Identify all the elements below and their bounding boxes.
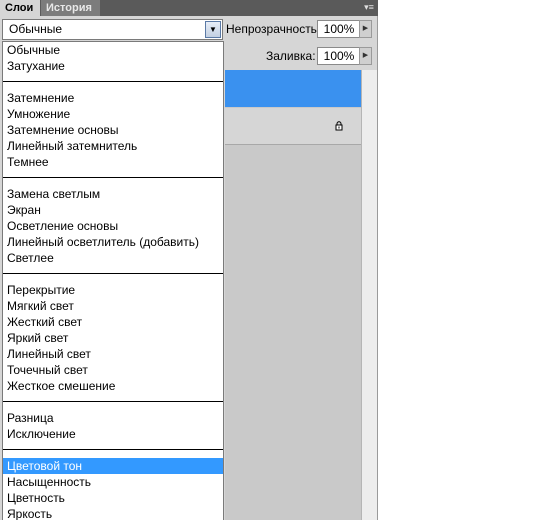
fill-label: Заливка: (266, 49, 316, 63)
opacity-arrow-icon[interactable]: ▶ (359, 20, 372, 38)
blend-mode-option[interactable]: Экран (3, 202, 223, 218)
menu-separator (3, 170, 223, 186)
blend-mode-value: Обычные (9, 22, 63, 36)
blend-mode-dropdown: Обычные Затухание Затемнение Умножение Затем… (2, 41, 224, 520)
fill-field[interactable]: 100% (317, 47, 361, 65)
tab-history[interactable]: История (41, 0, 100, 16)
blend-mode-option[interactable]: Мягкий свет (3, 298, 223, 314)
blend-mode-option[interactable]: Исключение (3, 426, 223, 442)
layer-row[interactable] (225, 108, 361, 145)
blend-mode-option[interactable]: Цветность (3, 490, 223, 506)
opacity-field[interactable]: 100% (317, 20, 361, 38)
blend-mode-option[interactable]: Линейный осветлитель (добавить) (3, 234, 223, 250)
blend-mode-option[interactable]: Перекрытие (3, 282, 223, 298)
menu-separator (3, 74, 223, 90)
panel-menu-icon[interactable]: ▾≡ (362, 1, 376, 14)
menu-separator (3, 442, 223, 458)
blend-mode-option[interactable]: Умножение (3, 106, 223, 122)
tab-layers[interactable]: Слои (0, 0, 40, 16)
blend-mode-option[interactable]: Цветовой тон (3, 458, 223, 474)
blend-mode-option[interactable]: Светлее (3, 250, 223, 266)
opacity-label: Непрозрачность: (226, 22, 321, 36)
blend-mode-select[interactable]: Обычные ▼ (2, 19, 223, 40)
blend-mode-option[interactable]: Осветление основы (3, 218, 223, 234)
blend-mode-option[interactable]: Линейный затемнитель (3, 138, 223, 154)
blend-mode-option[interactable]: Затемнение основы (3, 122, 223, 138)
blend-mode-option[interactable]: Яркость (3, 506, 223, 520)
blend-mode-option[interactable]: Темнее (3, 154, 223, 170)
blend-mode-option[interactable]: Разница (3, 410, 223, 426)
menu-separator (3, 394, 223, 410)
blend-mode-option[interactable]: Замена светлым (3, 186, 223, 202)
blend-mode-option[interactable]: Затухание (3, 58, 223, 74)
blend-mode-option[interactable]: Жесткий свет (3, 314, 223, 330)
blend-mode-option[interactable]: Насыщенность (3, 474, 223, 490)
layer-row-selected[interactable] (225, 70, 361, 107)
menu-separator (3, 266, 223, 282)
blend-mode-option[interactable]: Линейный свет (3, 346, 223, 362)
blend-mode-option[interactable]: Обычные (3, 42, 223, 58)
blend-mode-option[interactable]: Точечный свет (3, 362, 223, 378)
chevron-down-icon[interactable]: ▼ (205, 21, 221, 38)
blend-mode-option[interactable]: Затемнение (3, 90, 223, 106)
panel-tab-bar: Слои История ▾≡ (0, 0, 378, 16)
fill-arrow-icon[interactable]: ▶ (359, 47, 372, 65)
lock-icon (335, 121, 343, 131)
blend-mode-option[interactable]: Жесткое смешение (3, 378, 223, 394)
blend-mode-option[interactable]: Яркий свет (3, 330, 223, 346)
layers-scrollbar[interactable] (361, 70, 377, 520)
